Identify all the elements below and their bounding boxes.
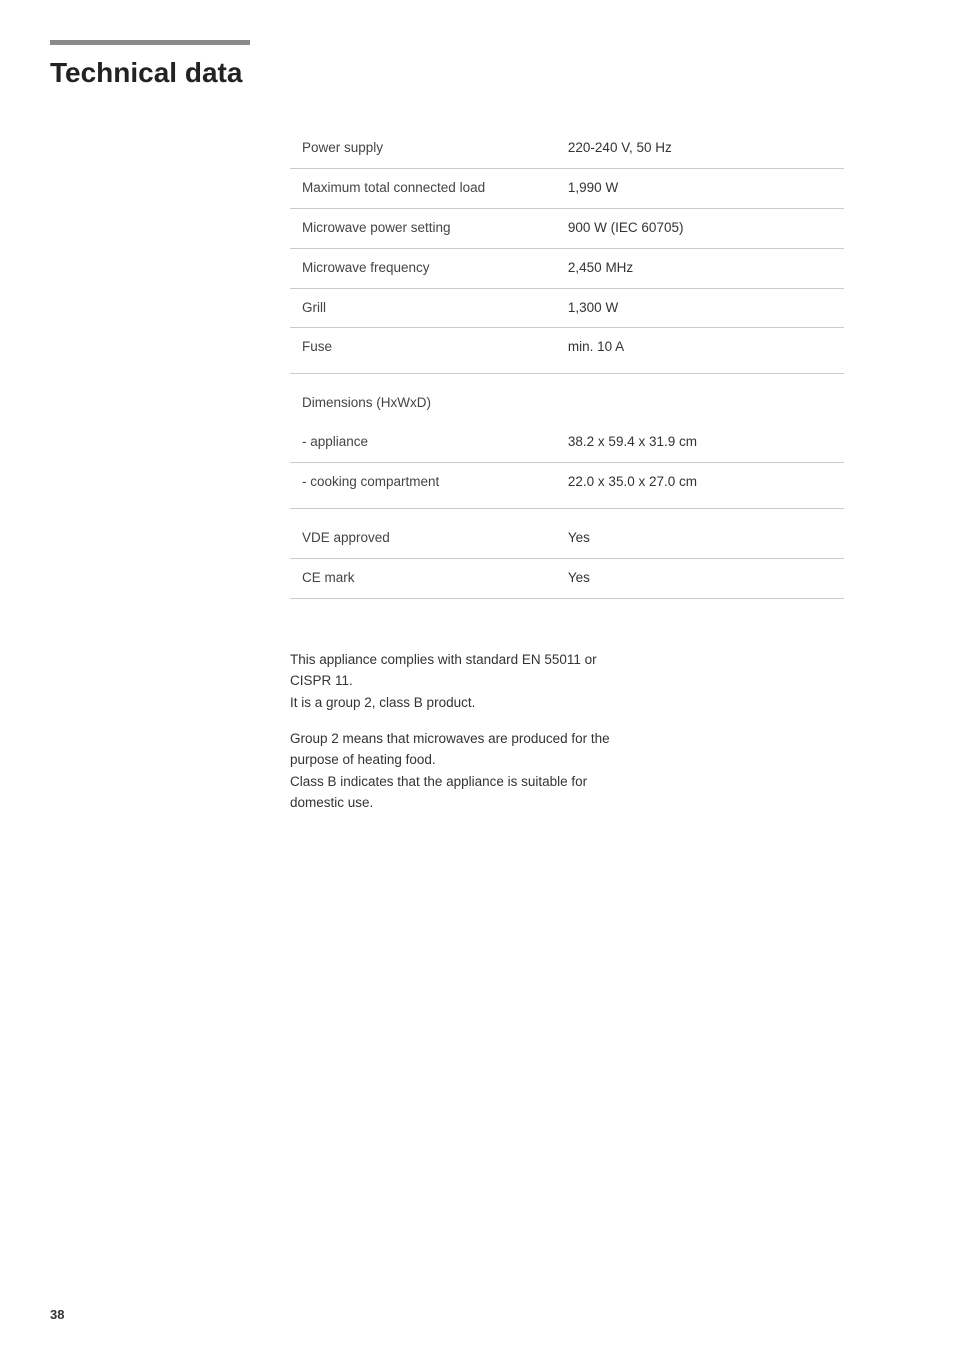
spec-label: - cooking compartment	[290, 463, 556, 509]
compliance-paragraph-1: This appliance complies with standard EN…	[290, 649, 844, 714]
spec-label: Fuse	[290, 328, 556, 374]
spec-value: 900 W (IEC 60705)	[556, 208, 844, 248]
compliance-line-6: Class B indicates that the appliance is …	[290, 774, 587, 789]
spec-label: Maximum total connected load	[290, 168, 556, 208]
table-row: VDE approvedYes	[290, 509, 844, 559]
table-row: Dimensions (HxWxD)	[290, 374, 844, 423]
spec-value: 220-240 V, 50 Hz	[556, 129, 844, 168]
spec-value	[556, 374, 844, 423]
spec-label: Power supply	[290, 129, 556, 168]
spec-label: Grill	[290, 288, 556, 328]
spec-value: 1,990 W	[556, 168, 844, 208]
spec-value: Yes	[556, 509, 844, 559]
page-number: 38	[50, 1307, 64, 1322]
table-row: Grill1,300 W	[290, 288, 844, 328]
table-row: Power supply220-240 V, 50 Hz	[290, 129, 844, 168]
table-row: Microwave power setting900 W (IEC 60705)	[290, 208, 844, 248]
compliance-line-4: Group 2 means that microwaves are produc…	[290, 731, 610, 746]
compliance-text: This appliance complies with standard EN…	[290, 649, 844, 814]
spec-label: Dimensions (HxWxD)	[290, 374, 556, 423]
table-row: Fusemin. 10 A	[290, 328, 844, 374]
content-area: Power supply220-240 V, 50 HzMaximum tota…	[290, 129, 844, 814]
compliance-line-1: This appliance complies with standard EN…	[290, 652, 597, 667]
compliance-line-3: It is a group 2, class B product.	[290, 695, 475, 710]
page-container: Technical data Power supply220-240 V, 50…	[0, 0, 954, 868]
spec-table: Power supply220-240 V, 50 HzMaximum tota…	[290, 129, 844, 599]
spec-label: VDE approved	[290, 509, 556, 559]
spec-value: 38.2 x 59.4 x 31.9 cm	[556, 423, 844, 462]
spec-value: 2,450 MHz	[556, 248, 844, 288]
table-row: CE markYes	[290, 558, 844, 598]
table-row: - cooking compartment22.0 x 35.0 x 27.0 …	[290, 463, 844, 509]
spec-label: Microwave power setting	[290, 208, 556, 248]
header-bar	[50, 40, 250, 45]
table-row: Maximum total connected load1,990 W	[290, 168, 844, 208]
spec-label: CE mark	[290, 558, 556, 598]
spec-value: min. 10 A	[556, 328, 844, 374]
compliance-line-5: purpose of heating food.	[290, 752, 436, 767]
compliance-line-2: CISPR 11.	[290, 673, 353, 688]
compliance-paragraph-2: Group 2 means that microwaves are produc…	[290, 728, 844, 814]
table-row: Microwave frequency2,450 MHz	[290, 248, 844, 288]
spec-value: 1,300 W	[556, 288, 844, 328]
spec-label: - appliance	[290, 423, 556, 462]
page-title: Technical data	[50, 57, 904, 89]
spec-value: 22.0 x 35.0 x 27.0 cm	[556, 463, 844, 509]
compliance-line-7: domestic use.	[290, 795, 373, 810]
spec-value: Yes	[556, 558, 844, 598]
spec-label: Microwave frequency	[290, 248, 556, 288]
table-row: - appliance38.2 x 59.4 x 31.9 cm	[290, 423, 844, 462]
